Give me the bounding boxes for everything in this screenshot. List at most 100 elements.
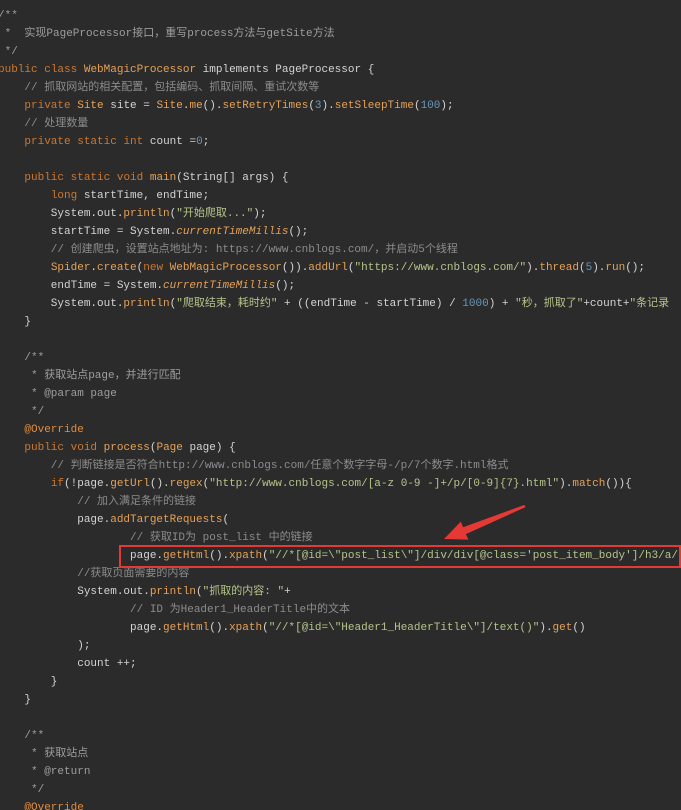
code-text-token: ( [222,514,230,526]
code-line[interactable]: * 实现PageProcessor接口，重写process方法与getSite方… [0,25,681,43]
code-line[interactable]: count ++; [0,655,681,673]
code-line[interactable]: /** [0,349,681,367]
code-text-token: startTime = System. [0,226,177,238]
code-line[interactable]: } [0,673,681,691]
code-line[interactable]: page.addTargetRequests( [0,511,681,529]
code-line[interactable]: System.out.println("开始爬取..."); [0,205,681,223]
code-text-token: ( [308,100,315,112]
code-text-token: ; [202,136,210,148]
code-text-token: (); [275,280,296,292]
code-line[interactable]: if(!page.getUrl().regex("http://www.cnbl… [0,475,681,493]
string-literal-token: "//*[@id=\"Header1_HeaderTitle\"]/text()… [268,622,540,634]
code-line[interactable]: // 处理数量 [0,115,681,133]
code-line[interactable] [0,151,681,169]
type-or-method-token: setSleepTime [334,100,414,112]
keyword-token: public [0,64,38,76]
code-text-token: } [0,694,32,706]
code-line[interactable]: * 获取站点 [0,745,681,763]
code-text-token: startTime, endTime; [77,190,210,202]
code-line[interactable]: //获取页面需要的内容 [0,565,681,583]
code-line[interactable]: public static void main(String[] args) { [0,169,681,187]
comment-token: //获取页面需要的内容 [0,568,190,580]
type-or-method-token: WebMagicProcessor [83,64,197,76]
code-line[interactable]: } [0,313,681,331]
comment-token: // 加入满足条件的链接 [0,496,197,508]
code-area[interactable]: /** * 实现PageProcessor接口，重写process方法与getS… [0,7,681,810]
code-line[interactable]: System.out.println("爬取结束，耗时约" + ((endTim… [0,295,681,313]
code-line[interactable]: public void process(Page page) { [0,439,681,457]
code-line[interactable]: page.getHtml().xpath("//*[@id=\"post_lis… [0,547,681,565]
type-or-method-token: main [149,172,177,184]
code-line[interactable] [0,709,681,727]
code-line[interactable]: @Override [0,799,681,810]
code-line[interactable]: * @param page [0,385,681,403]
code-line[interactable]: private Site site = Site.me().setRetryTi… [0,97,681,115]
keyword-token: static [70,172,111,184]
code-line[interactable]: /** [0,727,681,745]
type-or-method-token: regex [169,478,203,490]
static-method-token: currentTimeMillis [176,226,289,238]
comment-token: // ID 为Header1_HeaderTitle中的文本 [0,604,351,616]
code-line[interactable]: private static int count =0; [0,133,681,151]
code-line[interactable]: /** [0,7,681,25]
string-literal-token: "https://www.cnblogs.com/" [354,262,527,274]
code-line[interactable]: // 加入满足条件的链接 [0,493,681,511]
code-line[interactable]: * 获取站点page，并进行匹配 [0,367,681,385]
code-line[interactable]: // ID 为Header1_HeaderTitle中的文本 [0,601,681,619]
code-line[interactable]: // 创建爬虫，设置站点地址为: https://www.cnblogs.com… [0,241,681,259]
string-literal-token: "条记录 [629,298,670,310]
string-literal-token: "抓取的内容: " [202,586,285,598]
code-line[interactable]: */ [0,403,681,421]
code-line[interactable]: startTime = System.currentTimeMillis(); [0,223,681,241]
annotation-token: @Override [24,802,84,810]
number-literal-token: 1000 [462,298,489,310]
code-text-token: implements PageProcessor { [196,64,375,76]
code-line[interactable]: System.out.println("抓取的内容: "+ [0,583,681,601]
type-or-method-token: addTargetRequests [110,514,223,526]
code-line[interactable] [0,331,681,349]
code-line[interactable]: // 抓取网站的相关配置，包括编码、抓取间隔、重试次数等 [0,79,681,97]
type-or-method-token: println [123,298,170,310]
type-or-method-token: WebMagicProcessor [169,262,282,274]
code-editor[interactable]: /** * 实现PageProcessor接口，重写process方法与getS… [0,0,681,810]
code-text-token: ()){ [605,478,632,490]
code-line[interactable]: // 获取ID为 post_list 中的链接 [0,529,681,547]
type-or-method-token: Page [156,442,183,454]
code-text-token: endTime = System. [0,280,164,292]
code-line[interactable]: // 判断链接是否符合http://www.cnblogs.com/任意个数字字… [0,457,681,475]
code-line[interactable]: long startTime, endTime; [0,187,681,205]
code-line[interactable]: endTime = System.currentTimeMillis(); [0,277,681,295]
type-or-method-token: run [605,262,626,274]
code-line[interactable]: * @return [0,763,681,781]
javadoc-comment-token: /** [0,10,18,22]
code-line[interactable]: page.getHtml().xpath("//*[@id=\"Header1_… [0,619,681,637]
type-or-method-token: println [123,208,170,220]
keyword-token: int [123,136,144,148]
code-line[interactable]: @Override [0,421,681,439]
code-line[interactable]: */ [0,43,681,61]
code-line[interactable]: Spider.create(new WebMagicProcessor()).a… [0,259,681,277]
keyword-token: void [70,442,98,454]
code-line[interactable]: } [0,691,681,709]
code-line[interactable]: */ [0,781,681,799]
code-line[interactable]: public class WebMagicProcessor implement… [0,61,681,79]
code-text-token: ( [413,100,421,112]
code-line[interactable]: ); [0,637,681,655]
code-text-token: ( [262,622,269,634]
keyword-token: static [77,136,117,148]
code-text-token: ) + [488,298,516,310]
comment-token: // 抓取网站的相关配置，包括编码、抓取间隔、重试次数等 [0,82,320,94]
code-text-token: ); [440,100,454,112]
code-text-token: (). [209,622,230,634]
code-text-token: () [572,622,586,634]
